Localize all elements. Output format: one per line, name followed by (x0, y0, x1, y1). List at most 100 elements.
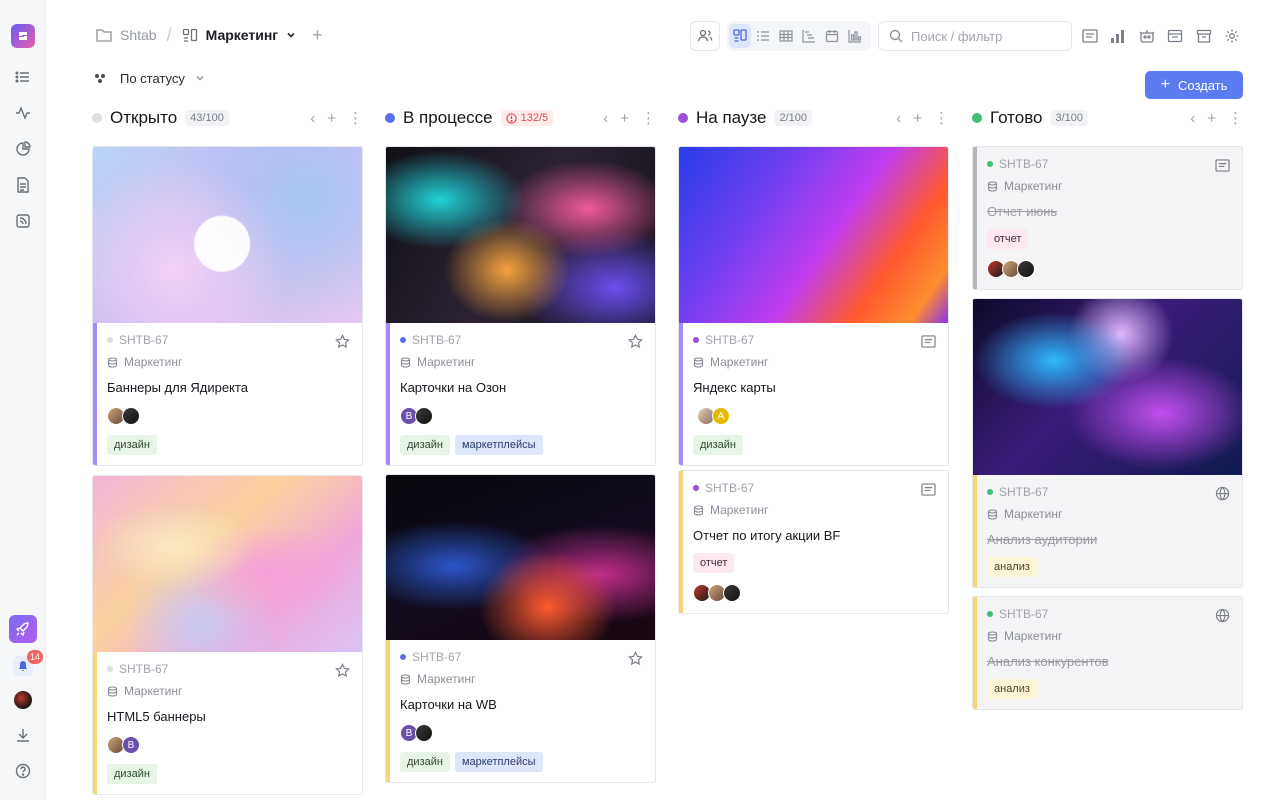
task-card[interactable]: SHTB-67 Маркетинг Карточки на Озон B диз… (385, 146, 656, 466)
add-board-button[interactable]: + (312, 25, 323, 46)
left-rail: 14 (0, 0, 46, 800)
task-title[interactable]: Баннеры для Ядиректа (107, 380, 349, 396)
description-icon[interactable] (920, 481, 936, 497)
task-card[interactable]: SHTB-67 Маркетинг Баннеры для Ядиректа д… (92, 146, 363, 466)
task-id: SHTB-67 (999, 157, 1049, 171)
task-card[interactable]: SHTB-67 Маркетинг Анализ конкурентов ана… (972, 596, 1243, 710)
task-card[interactable]: SHTB-67 Маркетинг Карточки на WB B дизай… (385, 474, 656, 783)
search-input[interactable] (911, 28, 1061, 44)
task-title[interactable]: Анализ конкурентов (987, 654, 1229, 670)
alert-circle-icon (505, 112, 517, 124)
members-button[interactable] (690, 21, 720, 51)
download-icon[interactable] (13, 725, 33, 745)
description-icon[interactable] (920, 333, 936, 349)
avatar[interactable] (723, 584, 741, 602)
help-icon[interactable] (13, 761, 33, 781)
bar-chart-icon[interactable] (1108, 26, 1128, 46)
group-by-label: По статусу (120, 70, 185, 86)
tag[interactable]: анализ (987, 557, 1037, 577)
pie-chart-icon[interactable] (13, 139, 33, 159)
app-logo[interactable] (11, 24, 35, 48)
task-card[interactable]: SHTB-67 Маркетинг Отчет по итогу акции B… (678, 470, 949, 614)
column-title: В процессе (403, 108, 493, 127)
breadcrumb-root[interactable]: Shtab (120, 27, 157, 43)
table-view-icon[interactable] (775, 24, 797, 48)
more-icon[interactable]: ⋮ (641, 109, 656, 127)
add-card-button[interactable]: + (620, 110, 629, 127)
more-icon[interactable]: ⋮ (1228, 109, 1243, 127)
task-card[interactable]: SHTB-67 Маркетинг HTML5 баннеры B дизайн (92, 475, 363, 795)
star-icon[interactable] (334, 333, 350, 349)
settings-gear-icon[interactable] (1222, 26, 1242, 46)
task-project: Маркетинг (417, 355, 476, 369)
group-by-selector[interactable]: По статусу (94, 68, 205, 88)
task-title[interactable]: Яндекс карты (693, 380, 935, 396)
chart-view-icon[interactable] (844, 24, 866, 48)
task-card[interactable]: SHTB-67 Маркетинг Яндекс карты A дизайн (678, 146, 949, 466)
avatar[interactable] (122, 407, 140, 425)
feed-icon[interactable] (13, 211, 33, 231)
tag[interactable]: дизайн (400, 435, 450, 455)
document-icon[interactable] (13, 175, 33, 195)
chevron-left-icon[interactable]: ‹ (310, 110, 315, 127)
tag[interactable]: дизайн (400, 752, 450, 772)
star-icon[interactable] (627, 650, 643, 666)
tag[interactable]: отчет (987, 229, 1029, 249)
tag[interactable]: дизайн (107, 435, 157, 455)
tag[interactable]: маркетплейсы (454, 435, 543, 455)
star-icon[interactable] (627, 333, 643, 349)
column-title: На паузе (696, 108, 767, 127)
add-card-button[interactable]: + (913, 110, 922, 127)
list-view-icon[interactable] (752, 24, 774, 48)
list-icon[interactable] (13, 67, 33, 87)
task-title[interactable]: Отчет по итогу акции BF (693, 528, 935, 544)
tag[interactable]: маркетплейсы (454, 752, 543, 772)
more-icon[interactable]: ⋮ (934, 109, 949, 127)
avatar[interactable] (1017, 260, 1035, 278)
task-card[interactable]: SHTB-67 Маркетинг Анализ аудитории анали… (972, 298, 1243, 588)
avatar[interactable]: B (122, 736, 140, 754)
description-icon[interactable] (1214, 157, 1230, 173)
task-title[interactable]: HTML5 баннеры (107, 709, 349, 725)
create-button[interactable]: + Создать (1145, 71, 1243, 99)
archive-icon[interactable] (1194, 26, 1214, 46)
tag[interactable]: отчет (693, 553, 735, 573)
avatar[interactable]: A (712, 407, 730, 425)
task-card[interactable]: SHTB-67 Маркетинг Отчет июнь отчет (972, 146, 1243, 290)
column-header: Открыто 43/100 ‹ + ⋮ (92, 106, 363, 130)
user-avatar[interactable] (14, 691, 32, 709)
avatar[interactable] (415, 724, 433, 742)
globe-icon[interactable] (1214, 607, 1230, 623)
star-icon[interactable] (334, 662, 350, 678)
window-icon[interactable] (1165, 26, 1185, 46)
task-title[interactable]: Карточки на Озон (400, 380, 642, 396)
task-title[interactable]: Отчет июнь (987, 204, 1229, 220)
assignees: A (697, 407, 935, 426)
gantt-view-icon[interactable] (798, 24, 820, 48)
chevron-left-icon[interactable]: ‹ (1190, 110, 1195, 127)
description-icon[interactable] (1080, 26, 1100, 46)
task-title[interactable]: Анализ аудитории (987, 532, 1229, 548)
column-header: В процессе 132/5 ‹ + ⋮ (385, 106, 656, 130)
tag[interactable]: дизайн (693, 435, 743, 455)
calendar-view-icon[interactable] (821, 24, 843, 48)
avatar[interactable] (415, 407, 433, 425)
tag[interactable]: дизайн (107, 764, 157, 784)
database-icon (107, 356, 118, 368)
chevron-down-icon[interactable] (286, 30, 296, 40)
activity-icon[interactable] (13, 103, 33, 123)
tag[interactable]: анализ (987, 679, 1037, 699)
add-card-button[interactable]: + (327, 110, 336, 127)
robot-icon[interactable] (1137, 26, 1157, 46)
globe-icon[interactable] (1214, 485, 1230, 501)
task-title[interactable]: Карточки на WB (400, 697, 642, 713)
kanban-view-icon[interactable] (729, 24, 751, 48)
status-dot (972, 113, 982, 123)
chevron-left-icon[interactable]: ‹ (896, 110, 901, 127)
add-card-button[interactable]: + (1207, 110, 1216, 127)
view-switcher (727, 21, 871, 51)
breadcrumb-current[interactable]: Маркетинг (206, 27, 279, 43)
more-icon[interactable]: ⋮ (348, 109, 363, 127)
chevron-left-icon[interactable]: ‹ (603, 110, 608, 127)
rocket-icon[interactable] (9, 615, 37, 643)
